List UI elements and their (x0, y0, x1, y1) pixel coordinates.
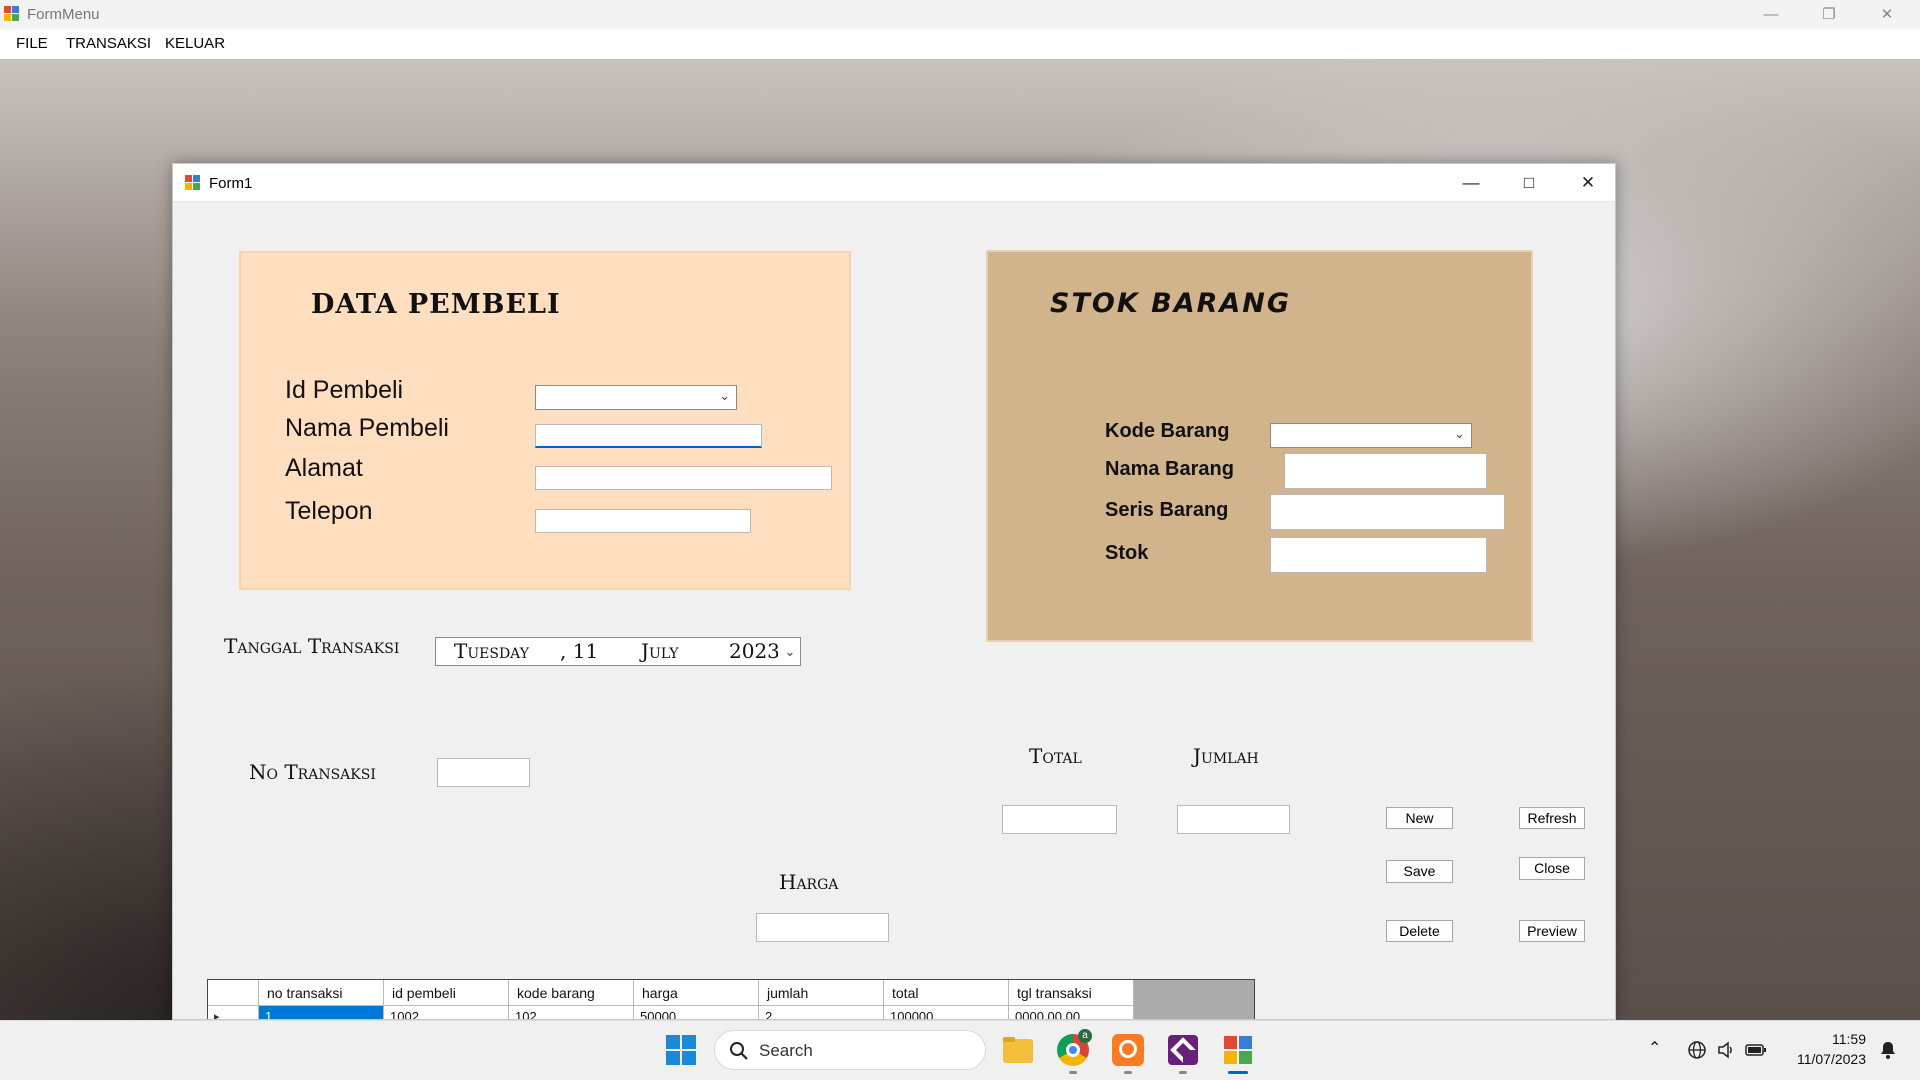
label-jumlah: Jumlah (1193, 744, 1259, 768)
form1-title-bar: Form1 — □ ✕ (173, 164, 1615, 202)
label-harga: Harga (779, 870, 839, 894)
grid-cell[interactable]: 1002 (384, 1006, 509, 1019)
notification-icon[interactable] (1878, 1040, 1898, 1060)
search-icon (730, 1042, 748, 1060)
pembeli-heading: DATA PEMBELI (311, 289, 561, 320)
column-header[interactable]: kode barang (509, 980, 634, 1006)
column-header[interactable]: id pembeli (384, 980, 509, 1006)
close-icon[interactable]: ✕ (1858, 0, 1916, 29)
minimize-icon[interactable]: — (1742, 0, 1800, 29)
telepon-input[interactable] (535, 509, 751, 533)
grid-cell[interactable]: 50000 (634, 1006, 759, 1019)
chrome-badge: a (1078, 1029, 1092, 1043)
no-transaksi-input[interactable] (437, 758, 530, 787)
preview-button[interactable]: Preview (1519, 920, 1585, 942)
search-placeholder: Search (759, 1041, 813, 1060)
nama-barang-input[interactable] (1284, 453, 1487, 489)
dropdown-chevron-icon[interactable]: ⌄ (778, 638, 800, 665)
active-indicator (1228, 1071, 1248, 1074)
pembeli-panel: DATA PEMBELI Id Pembeli Nama Pembeli Ala… (239, 251, 851, 590)
harga-input[interactable] (756, 913, 889, 942)
grid-cell[interactable]: 1 (259, 1006, 384, 1019)
menu-file[interactable]: FILE (16, 35, 48, 52)
label-total: Total (1029, 744, 1082, 768)
clock-time[interactable]: 11:59 (1830, 1031, 1866, 1047)
label-kode-barang: Kode Barang (1105, 420, 1230, 442)
running-indicator (1069, 1071, 1077, 1074)
volume-icon[interactable] (1716, 1040, 1736, 1060)
form-icon (185, 175, 201, 191)
file-explorer-icon[interactable] (999, 1031, 1037, 1069)
total-input[interactable] (1002, 805, 1117, 834)
stok-heading: STOK BARANG (1050, 288, 1292, 319)
jumlah-input[interactable] (1177, 805, 1290, 834)
close-icon[interactable]: ✕ (1559, 164, 1615, 202)
menu-keluar[interactable]: KELUAR (165, 35, 225, 52)
grid-cell[interactable]: 102 (509, 1006, 634, 1019)
alamat-input[interactable] (535, 466, 832, 490)
label-alamat: Alamat (285, 454, 363, 482)
tanggal-datepicker[interactable]: Tuesday , 11 July 2023 ⌄ (435, 637, 801, 666)
windows-start-icon[interactable] (666, 1035, 696, 1065)
chrome-icon[interactable]: a (1054, 1029, 1092, 1069)
form1-window: Form1 — □ ✕ DATA PEMBELI Id Pembeli Nama… (172, 163, 1616, 1020)
grid-cell[interactable]: 2 (759, 1006, 884, 1019)
maximize-icon[interactable]: □ (1500, 164, 1558, 202)
grid-cell[interactable]: 100000 (884, 1006, 1009, 1019)
winforms-app-icon[interactable] (1219, 1031, 1257, 1069)
globe-icon[interactable] (1687, 1040, 1707, 1060)
column-header[interactable]: total (884, 980, 1009, 1006)
column-header[interactable]: harga (634, 980, 759, 1006)
stok-input[interactable] (1270, 537, 1487, 573)
xampp-icon[interactable] (1109, 1031, 1147, 1069)
column-header[interactable]: tgl transaksi (1009, 980, 1134, 1006)
nama-pembeli-input[interactable] (535, 424, 762, 448)
grid-cell[interactable]: 0000 00 00 (1009, 1006, 1134, 1019)
dropdown-chevron-icon[interactable]: ⌄ (1454, 426, 1465, 442)
new-button[interactable]: New (1386, 807, 1453, 829)
main-title-bar: FormMenu — ❐ ✕ (0, 0, 1920, 29)
label-id-pembeli: Id Pembeli (285, 376, 404, 404)
label-tanggal-transaksi: Tanggal Transaksi (224, 634, 400, 658)
row-selector-icon[interactable]: ▸ (208, 1006, 259, 1019)
seris-barang-input[interactable] (1270, 494, 1505, 530)
refresh-button[interactable]: Refresh (1519, 807, 1585, 829)
menu-transaksi[interactable]: TRANSAKSI (66, 35, 151, 52)
label-nama-pembeli: Nama Pembeli (285, 414, 449, 442)
restore-icon[interactable]: ❐ (1800, 0, 1858, 29)
main-window-title: FormMenu (27, 6, 100, 23)
taskbar-search-box[interactable]: Search (714, 1030, 986, 1070)
transaksi-datagrid[interactable]: no transaksi id pembeli kode barang harg… (207, 979, 1255, 1019)
battery-icon[interactable] (1745, 1042, 1767, 1058)
label-stok: Stok (1105, 542, 1149, 564)
column-header[interactable]: no transaksi (259, 980, 384, 1006)
running-indicator (1124, 1071, 1132, 1074)
close-button[interactable]: Close (1519, 857, 1585, 880)
stok-panel: STOK BARANG Kode Barang Nama Barang Seri… (986, 250, 1533, 642)
label-seris-barang: Seris Barang (1105, 499, 1229, 521)
grid-corner (208, 980, 259, 1006)
delete-button[interactable]: Delete (1386, 920, 1453, 942)
clock-date[interactable]: 11/07/2023 (1788, 1051, 1866, 1067)
menu-bar (0, 29, 1920, 59)
dropdown-chevron-icon[interactable]: ⌄ (719, 388, 730, 404)
minimize-icon[interactable]: — (1442, 164, 1500, 202)
label-telepon: Telepon (285, 497, 373, 525)
visual-studio-icon[interactable] (1164, 1031, 1202, 1069)
id-pembeli-combobox[interactable]: ⌄ (535, 385, 737, 410)
chevron-up-icon[interactable]: ⌃ (1648, 1038, 1661, 1058)
label-nama-barang: Nama Barang (1105, 458, 1234, 480)
kode-barang-combobox[interactable]: ⌄ (1270, 423, 1472, 448)
app-icon (4, 6, 20, 22)
column-header[interactable]: jumlah (759, 980, 884, 1006)
save-button[interactable]: Save (1386, 860, 1453, 883)
running-indicator (1179, 1071, 1187, 1074)
label-no-transaksi: No Transaksi (249, 760, 376, 784)
form1-title: Form1 (209, 175, 253, 192)
